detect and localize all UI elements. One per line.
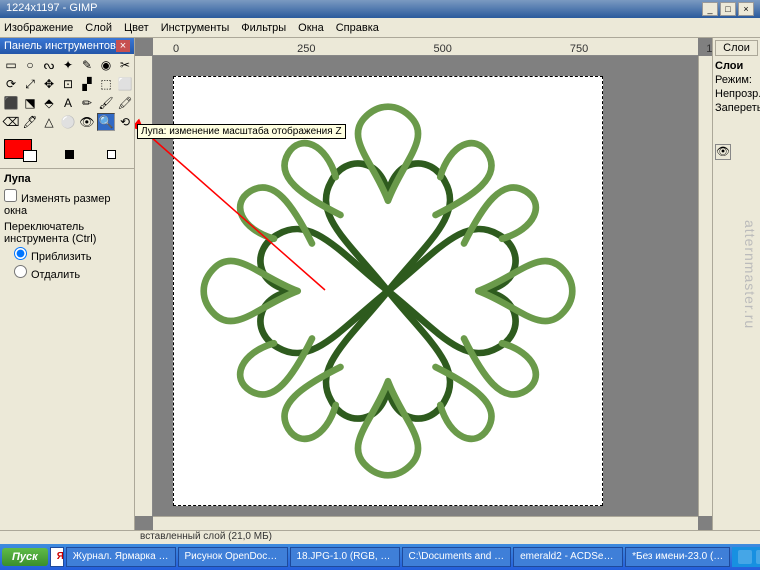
tool-7[interactable]: ⟳ bbox=[2, 75, 20, 93]
menu-bar: Изображение Слой Цвет Инструменты Фильтр… bbox=[0, 18, 760, 38]
menu-help[interactable]: Справка bbox=[336, 22, 379, 34]
start-button[interactable]: Пуск bbox=[2, 548, 48, 566]
mini-swatch-black[interactable] bbox=[65, 150, 74, 159]
taskbar-item-4[interactable]: emerald2 - ACDSee… bbox=[513, 547, 623, 567]
menu-image[interactable]: Изображение bbox=[4, 22, 73, 34]
taskbar-item-1[interactable]: Рисунок OpenDocu… bbox=[178, 547, 288, 567]
tool-26[interactable]: 🔍 bbox=[97, 113, 115, 131]
ruler-mark: 1000 bbox=[706, 43, 712, 55]
tool-23[interactable]: △ bbox=[40, 113, 58, 131]
tool-14[interactable]: ⬛ bbox=[2, 94, 20, 112]
tray-icon[interactable] bbox=[738, 550, 752, 564]
tool-11[interactable]: ▞ bbox=[78, 75, 96, 93]
zoom-in-radio[interactable]: Приблизить bbox=[4, 247, 130, 263]
ruler-horizontal: 025050075010001250 bbox=[153, 38, 698, 56]
tool-19[interactable]: 🖌 bbox=[97, 94, 115, 112]
maximize-button[interactable]: □ bbox=[720, 2, 736, 16]
tool-13[interactable]: ⬜ bbox=[116, 75, 134, 93]
tool-18[interactable]: ✏ bbox=[78, 94, 96, 112]
taskbar-items: Журнал. Ярмарка …Рисунок OpenDocu…18.JPG… bbox=[66, 547, 731, 567]
toolbox-title-bar: Панель инструментов × bbox=[0, 38, 134, 54]
scrollbar-horizontal[interactable] bbox=[153, 516, 698, 530]
tool-20[interactable]: 🖍 bbox=[116, 94, 134, 112]
tool-switch-label: Переключатель инструмента (Ctrl) bbox=[4, 221, 130, 245]
close-button[interactable]: × bbox=[738, 2, 754, 16]
menu-windows[interactable]: Окна bbox=[298, 22, 324, 34]
minimize-button[interactable]: _ bbox=[702, 2, 718, 16]
ruler-mark: 750 bbox=[570, 43, 588, 55]
resize-window-checkbox[interactable]: Изменять размер окна bbox=[4, 189, 130, 217]
window-controls: _ □ × bbox=[702, 2, 754, 16]
zoom-tooltip: Лупа: изменение масштаба отображения Z bbox=[137, 124, 346, 139]
layer-visibility-icon[interactable]: 👁 bbox=[715, 144, 731, 160]
app-title: 1224x1197 - GIMP bbox=[6, 2, 98, 16]
status-bar: вставленный слой (21,0 МБ) bbox=[0, 530, 760, 544]
toolbox-close-icon[interactable]: × bbox=[116, 40, 130, 52]
taskbar: Пуск Я Журнал. Ярмарка …Рисунок OpenDocu… bbox=[0, 544, 760, 570]
tool-1[interactable]: ○ bbox=[21, 56, 39, 74]
menu-filters[interactable]: Фильтры bbox=[241, 22, 286, 34]
tool-21[interactable]: ⌫ bbox=[2, 113, 20, 131]
menu-color[interactable]: Цвет bbox=[124, 22, 149, 34]
opacity-label: Непрозр.: bbox=[715, 88, 758, 100]
lock-label: Запереть: bbox=[715, 102, 758, 114]
ruler-mark: 250 bbox=[297, 43, 315, 55]
tool-17[interactable]: A bbox=[59, 94, 77, 112]
taskbar-item-2[interactable]: 18.JPG-1.0 (RGB, 1… bbox=[290, 547, 400, 567]
tool-10[interactable]: ⊡ bbox=[59, 75, 77, 93]
tool-options-title: Лупа bbox=[4, 173, 130, 185]
scrollbar-vertical[interactable] bbox=[698, 56, 712, 516]
menu-layer[interactable]: Слой bbox=[85, 22, 112, 34]
ruler-mark: 500 bbox=[433, 43, 451, 55]
tool-24[interactable]: ⚪ bbox=[59, 113, 77, 131]
system-tray: 20:3 bbox=[732, 547, 760, 567]
tool-0[interactable]: ▭ bbox=[2, 56, 20, 74]
layers-tab[interactable]: Слои bbox=[715, 40, 758, 56]
ruler-mark: 0 bbox=[173, 43, 179, 55]
tool-22[interactable]: 🖊 bbox=[21, 113, 39, 131]
canvas-area: 025050075010001250 Лупа: изменение масшт… bbox=[135, 38, 712, 530]
foreground-color[interactable] bbox=[4, 139, 32, 159]
color-swatches bbox=[4, 139, 130, 162]
app-title-bar: 1224x1197 - GIMP _ □ × bbox=[0, 0, 760, 18]
toolbox-title: Панель инструментов bbox=[4, 40, 116, 52]
taskbar-item-0[interactable]: Журнал. Ярмарка … bbox=[66, 547, 176, 567]
mini-swatch-white[interactable] bbox=[107, 150, 116, 159]
quicklaunch-yandex-icon[interactable]: Я bbox=[50, 547, 64, 567]
menu-tools[interactable]: Инструменты bbox=[161, 22, 230, 34]
tool-12[interactable]: ⬚ bbox=[97, 75, 115, 93]
tray-icon[interactable] bbox=[756, 550, 760, 564]
tool-6[interactable]: ✂ bbox=[116, 56, 134, 74]
blend-mode-label: Режим: bbox=[715, 74, 758, 86]
toolbox-panel: Панель инструментов × ▭○ᔓ✦✎◉✂ ⟳⤢✥⊡▞⬚⬜ ⬛⬔⬘A… bbox=[0, 38, 135, 530]
ornament-image bbox=[198, 101, 578, 481]
image-canvas[interactable] bbox=[173, 76, 603, 506]
tool-4[interactable]: ✎ bbox=[78, 56, 96, 74]
tool-options: Лупа Изменять размер окна Переключатель … bbox=[0, 168, 134, 287]
watermark: atternmaster.ru bbox=[742, 220, 758, 329]
tool-15[interactable]: ⬔ bbox=[21, 94, 39, 112]
tool-16[interactable]: ⬘ bbox=[40, 94, 58, 112]
taskbar-item-3[interactable]: C:\Documents and … bbox=[402, 547, 512, 567]
tool-grid: ▭○ᔓ✦✎◉✂ ⟳⤢✥⊡▞⬚⬜ ⬛⬔⬘A✏🖌🖍 ⌫🖊△⚪👁🔍⟲ bbox=[0, 54, 134, 133]
zoom-out-radio[interactable]: Отдалить bbox=[4, 265, 130, 281]
tool-8[interactable]: ⤢ bbox=[21, 75, 39, 93]
tool-3[interactable]: ✦ bbox=[59, 56, 77, 74]
tool-25[interactable]: 👁 bbox=[78, 113, 96, 131]
layers-header: Слои bbox=[715, 60, 758, 72]
tool-9[interactable]: ✥ bbox=[40, 75, 58, 93]
background-color[interactable] bbox=[23, 150, 37, 162]
taskbar-item-5[interactable]: *Без имени-23.0 (… bbox=[625, 547, 730, 567]
workspace: Панель инструментов × ▭○ᔓ✦✎◉✂ ⟳⤢✥⊡▞⬚⬜ ⬛⬔⬘A… bbox=[0, 38, 760, 530]
tool-2[interactable]: ᔓ bbox=[40, 56, 58, 74]
tool-27[interactable]: ⟲ bbox=[116, 113, 134, 131]
tool-5[interactable]: ◉ bbox=[97, 56, 115, 74]
